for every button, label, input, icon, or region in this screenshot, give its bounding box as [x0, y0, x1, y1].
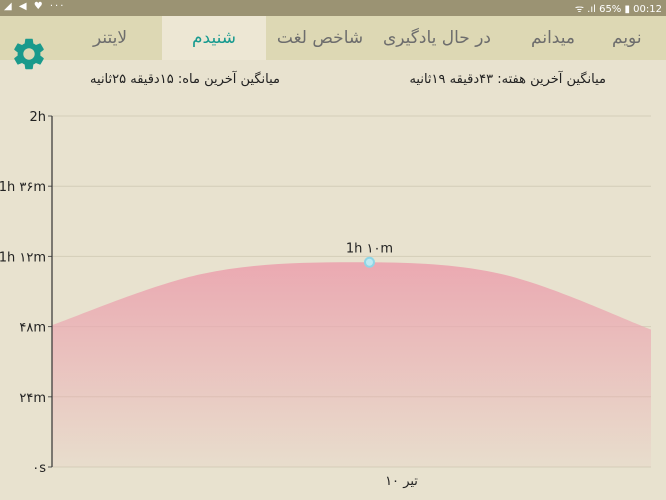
status-bar: ◢ ◀ ♥ ··· ᯤ .ıl 65% ▮ 00:12 [0, 0, 666, 16]
status-notification-icons: ◢ ◀ ♥ ··· [4, 1, 66, 12]
x-axis-label: ۱۰ تیر [385, 474, 418, 489]
gear-icon[interactable] [10, 35, 48, 73]
y-tick-label: 1h ۳۶m [0, 180, 46, 195]
status-system-info: ᯤ .ıl 65% ▮ 00:12 [574, 4, 662, 15]
y-tick-label: 1h ۱۲m [0, 250, 46, 265]
area-fill [52, 262, 651, 467]
tab-i-know[interactable]: میدانم [500, 16, 606, 60]
tab-learning[interactable]: در حال یادگیری [375, 16, 499, 60]
highlight-value-label: 1h ۱۰m [346, 241, 393, 256]
tab-bar: نویم میدانم در حال یادگیری شاخص لغت شنید… [0, 16, 666, 70]
y-axis: ۰s ۲۴m ۴۸m 1h ۱۲m 1h ۳۶m 2h [0, 110, 53, 476]
y-tick-label: ۴۸m [19, 321, 46, 336]
tab-heard[interactable]: شنیدم [162, 16, 266, 60]
tab-know-not[interactable]: نویم [612, 16, 666, 60]
tab-leitner[interactable]: لایتنر [58, 16, 162, 60]
y-tick-label: 2h [29, 110, 46, 125]
y-tick-label: ۲۴m [19, 391, 46, 406]
monthly-average-text: میانگین آخرین ماه: ۱۵دقیقه ۲۵ثانیه [90, 72, 280, 87]
weekly-average-text: میانگین آخرین هفته: ۴۳دقیقه ۱۹ثانیه [409, 72, 606, 87]
highlight-point[interactable] [363, 256, 375, 268]
tab-word-index[interactable]: شاخص لغت [266, 16, 374, 60]
usage-chart: ۰s ۲۴m ۴۸m 1h ۱۲m 1h ۳۶m 2h 1h ۱۰m ۱۰ تیر [0, 110, 651, 489]
y-tick-label: ۰s [32, 461, 46, 476]
